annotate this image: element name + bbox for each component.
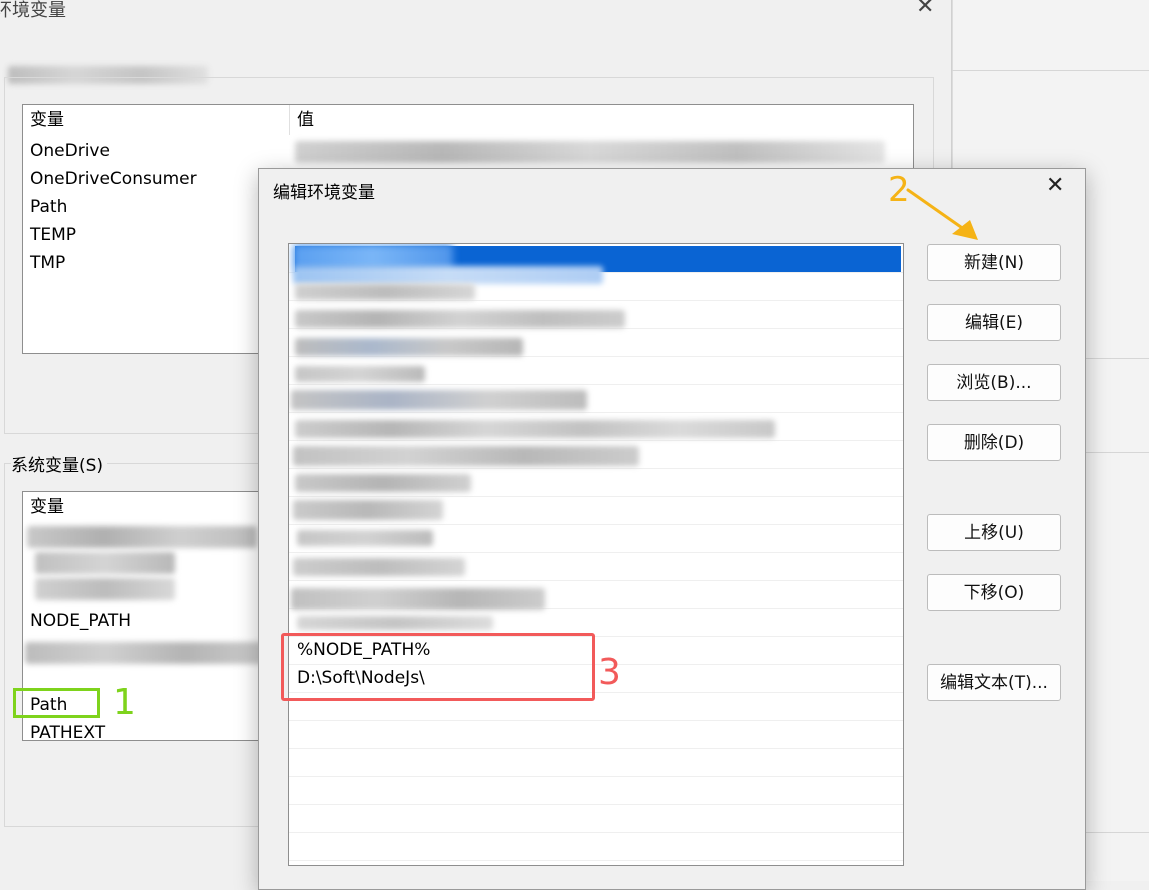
annotation-arrow-icon (906, 188, 978, 240)
blurred-entry (297, 530, 433, 546)
move-down-button[interactable]: 下移(O) (927, 574, 1061, 611)
blurred-entry (293, 558, 465, 576)
annotation-number-3: 3 (598, 652, 621, 693)
blurred-entry (295, 284, 475, 300)
blurred-entry (295, 338, 523, 356)
column-header-value[interactable]: 值 (297, 105, 314, 135)
divider (952, 70, 1149, 71)
blurred-entry (295, 420, 775, 438)
list-item[interactable] (289, 832, 903, 861)
blurred-entry (291, 588, 545, 610)
blurred-entry (295, 474, 471, 492)
list-item[interactable] (289, 804, 903, 833)
blurred-entry (295, 366, 425, 382)
blurred-row (27, 526, 257, 548)
list-item[interactable]: NODE_PATH (30, 607, 131, 635)
annotation-number-1: 1 (113, 682, 136, 723)
blurred-entry (293, 446, 639, 466)
list-item[interactable] (289, 776, 903, 805)
edit-environment-variable-dialog: 编辑环境变量 ✕ %NODE_PATH% D:\Soft\NodeJs\ 新建(… (258, 168, 1086, 890)
blurred-entry (295, 310, 625, 328)
path-entries-list[interactable]: %NODE_PATH% D:\Soft\NodeJs\ (288, 243, 904, 866)
column-separator (289, 105, 290, 135)
list-item[interactable] (289, 748, 903, 777)
highlight-box-red (281, 633, 595, 701)
blurred-row (35, 578, 175, 600)
close-icon[interactable]: ✕ (916, 0, 934, 19)
blurred-entry (293, 266, 603, 284)
blurred-entry (293, 500, 443, 520)
blurred-value (295, 141, 885, 163)
list-item[interactable] (289, 720, 903, 749)
list-item[interactable]: OneDrive (30, 137, 110, 165)
delete-button[interactable]: 删除(D) (927, 424, 1061, 461)
list-item[interactable]: TMP (30, 249, 65, 277)
list-item[interactable]: OneDriveConsumer (30, 165, 197, 193)
blurred-entry (297, 616, 493, 630)
close-icon[interactable]: ✕ (1046, 173, 1064, 198)
system-variables-label: 系统变量(S) (11, 451, 108, 476)
move-up-button[interactable]: 上移(U) (927, 514, 1061, 551)
column-header-variable[interactable]: 变量 (30, 492, 64, 522)
browse-button[interactable]: 浏览(B)... (927, 364, 1061, 401)
list-item[interactable]: TEMP (30, 221, 76, 249)
list-item[interactable]: PATHEXT (30, 719, 105, 740)
dialog-title: 编辑环境变量 (273, 183, 375, 203)
blurred-entry (291, 390, 587, 410)
blurred-row (25, 642, 265, 664)
edit-text-button[interactable]: 编辑文本(T)... (927, 664, 1061, 701)
dialog-title: 环境变量 (0, 0, 66, 21)
column-header-variable[interactable]: 变量 (30, 105, 64, 135)
highlight-box-green (13, 688, 100, 718)
list-item[interactable]: Path (30, 193, 67, 221)
edit-button[interactable]: 编辑(E) (927, 304, 1061, 341)
blurred-row (35, 552, 175, 574)
